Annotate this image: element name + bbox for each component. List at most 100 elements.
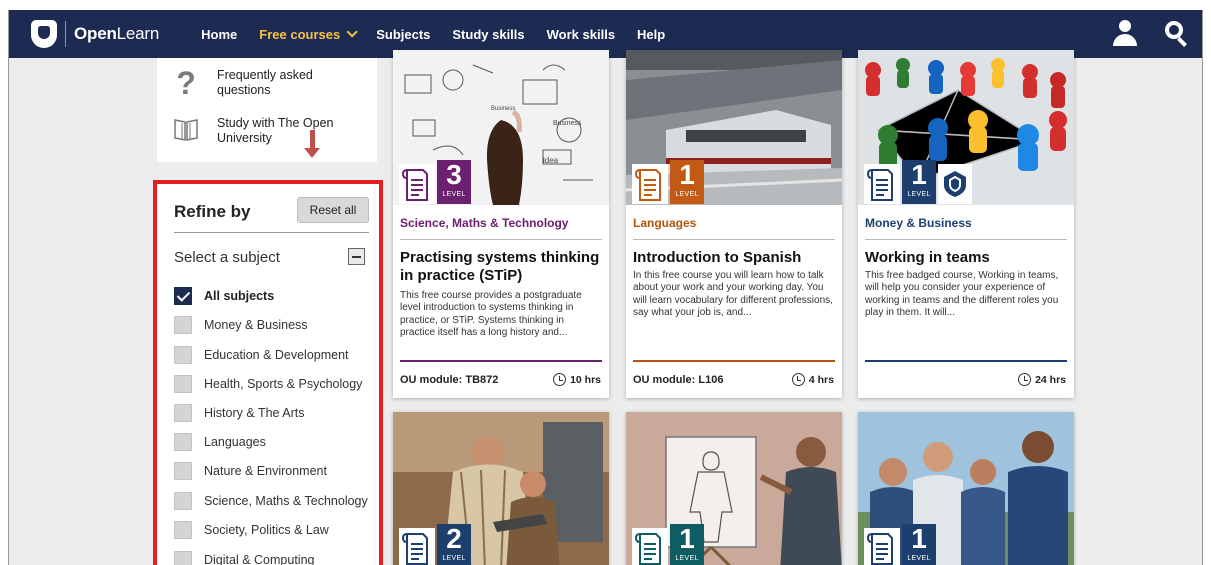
subject-option-digital[interactable]: Digital & Computing [174,551,314,565]
card-badges: 2 LEVEL [399,524,471,565]
nav-icons [1112,20,1190,48]
nav-home[interactable]: Home [201,27,237,42]
card-description: In this free course you will learn how t… [633,270,833,318]
subject-option-history[interactable]: History & The Arts [174,404,305,422]
card-title[interactable]: Practising systems thinking in practice … [400,249,605,285]
course-card[interactable]: 1 LEVEL [626,412,842,565]
chevron-down-icon [346,26,358,38]
openlearn-logo[interactable]: OpenLearn [31,20,159,48]
clock-icon [553,373,567,386]
subject-option-society[interactable]: Society, Politics & Law [174,521,329,539]
collapse-subjects-button[interactable] [348,248,365,265]
nav-menu: Home Free courses Subjects Study skills … [201,26,687,42]
subject-label: History & The Arts [204,406,305,420]
subject-checkbox[interactable] [174,375,192,393]
card-badges: 1 LEVEL [864,160,972,204]
level-badge: 3 LEVEL [437,160,471,204]
subject-checkbox[interactable] [174,287,192,305]
card-hours: 10 hrs [553,373,601,386]
reset-all-button[interactable]: Reset all [297,197,369,223]
subject-option-all[interactable]: All subjects [174,287,274,305]
subject-label: Digital & Computing [204,553,315,565]
card-divider [633,239,835,240]
nav-help[interactable]: Help [637,27,665,42]
refine-title: Refine by [174,202,251,221]
study-with-ou-label: Study with The Open University [217,116,334,145]
card-footer-divider [633,360,835,362]
subject-checkbox[interactable] [174,404,192,422]
subject-checkbox[interactable] [174,492,192,510]
help-links-box: ? Frequently asked questions Study with … [157,58,377,162]
subject-label: Health, Sports & Psychology [204,377,363,391]
subject-label: Society, Politics & Law [204,523,329,537]
faq-link[interactable]: ? Frequently asked questions [173,67,347,99]
course-document-icon [399,528,435,565]
level-badge: 1 LEVEL [670,160,704,204]
subject-option-nature[interactable]: Nature & Environment [174,462,327,480]
subject-checkbox[interactable] [174,551,192,565]
badge-shield-icon [938,164,972,204]
card-hours: 4 hrs [791,373,834,386]
subject-checkbox[interactable] [174,346,192,364]
select-subject-title: Select a subject [174,249,280,266]
card-divider [865,239,1067,240]
subject-checkbox[interactable] [174,433,192,451]
nav-work-skills[interactable]: Work skills [547,27,615,42]
subject-option-education[interactable]: Education & Development [174,346,349,364]
svg-text:idea: idea [543,156,559,165]
card-category: Science, Maths & Technology [400,216,569,230]
course-document-icon [632,164,668,204]
faq-label: Frequently asked questions [217,68,313,97]
card-title[interactable]: Working in teams [865,249,1070,267]
subject-option-languages[interactable]: Languages [174,433,266,451]
subject-label: Education & Development [204,348,349,362]
card-badges: 1 LEVEL [632,524,704,565]
browser-viewport: OpenLearn Home Free courses Subjects Stu… [8,10,1203,565]
subject-label: Money & Business [204,318,308,332]
nav-study-skills[interactable]: Study skills [452,27,524,42]
user-account-icon[interactable] [1112,20,1138,48]
study-with-ou-link[interactable]: Study with The Open University [173,116,347,146]
svg-text:Business: Business [553,120,582,127]
course-document-icon [864,164,900,204]
level-badge: 1 LEVEL [902,524,936,565]
course-document-icon [399,164,435,204]
clock-icon [791,373,805,386]
course-card[interactable]: 1 LEVEL Money & Business Working in teams… [858,50,1074,398]
annotation-arrow [304,130,320,160]
search-icon[interactable] [1164,20,1190,48]
subject-option-science[interactable]: Science, Maths & Technology [174,492,368,510]
card-badges: 3 LEVEL [399,160,471,204]
course-card[interactable]: Business idea Business 3 LEVEL Science, Ma… [393,50,609,398]
subject-label: All subjects [204,289,275,303]
card-hours: 24 hrs [1018,373,1066,386]
card-title[interactable]: Introduction to Spanish [633,249,838,267]
nav-free-courses[interactable]: Free courses [259,26,358,42]
course-card[interactable]: 2 LEVEL [393,412,609,565]
ou-shield-icon [31,20,57,48]
course-card[interactable]: 1 LEVEL Languages Introduction to Spanish… [626,50,842,398]
subject-label: Nature & Environment [204,464,327,478]
course-card[interactable]: 1 LEVEL [858,412,1074,565]
subject-checkbox[interactable] [174,316,192,334]
nav-subjects[interactable]: Subjects [376,27,430,42]
card-footer-divider [865,360,1067,362]
subject-label: Science, Maths & Technology [204,494,368,508]
clock-icon [1018,373,1032,386]
card-badges: 1 LEVEL [864,524,936,565]
card-footer-divider [400,360,602,362]
subject-checkbox[interactable] [174,521,192,539]
subject-label: Languages [204,435,266,449]
subject-checkbox[interactable] [174,462,192,480]
logo-divider [65,21,66,47]
level-badge: 1 LEVEL [902,160,936,204]
subject-option-health[interactable]: Health, Sports & Psychology [174,375,362,393]
card-divider [400,239,602,240]
card-badges: 1 LEVEL [632,160,704,204]
logo-text: OpenLearn [74,24,160,43]
refine-divider [174,232,369,233]
level-badge: 1 LEVEL [670,524,704,565]
course-document-icon [632,528,668,565]
subject-option-money-business[interactable]: Money & Business [174,316,308,334]
card-description: This free badged course, Working in team… [865,270,1059,318]
